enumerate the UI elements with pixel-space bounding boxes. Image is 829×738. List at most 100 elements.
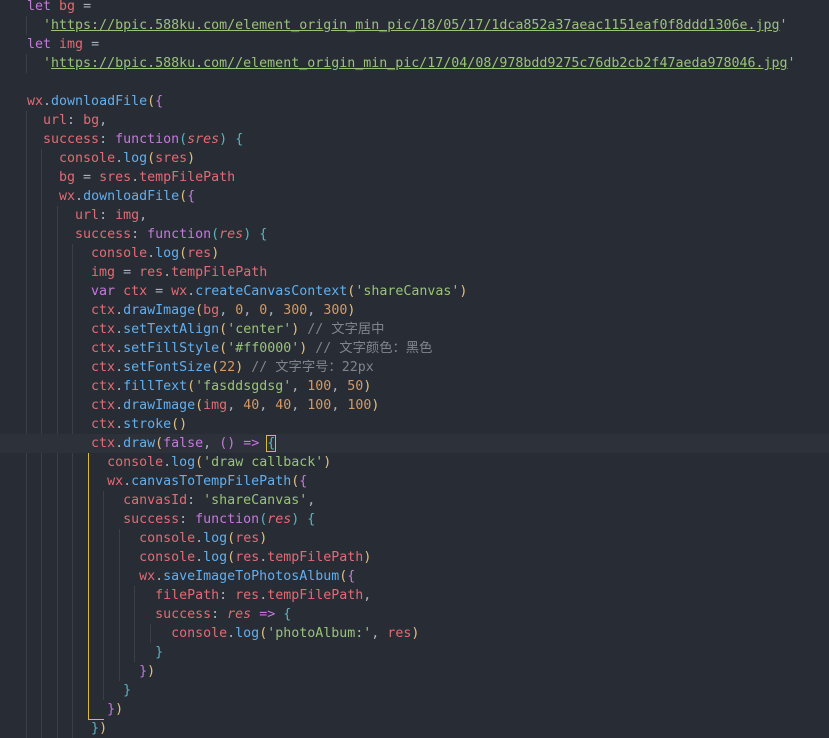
code-token: tempFilePath — [171, 265, 268, 280]
code-token: . — [115, 398, 124, 413]
code-token: ) — [259, 531, 268, 546]
code-token: , — [267, 303, 284, 318]
code-line[interactable]: console.log(res.tempFilePath) — [0, 548, 829, 567]
code-line[interactable]: ctx.drawImage(img, 40, 40, 100, 100) — [0, 396, 829, 415]
code-line[interactable]: console.log('photoAlbum:', res) — [0, 624, 829, 643]
code-token: { — [299, 474, 308, 489]
code-token: } — [107, 702, 116, 717]
code-token: https://bpic.588ku.com/element_origin_mi… — [51, 18, 780, 33]
code-line[interactable]: wx.downloadFile({ — [0, 187, 829, 206]
code-token: 'shareCanvas' — [355, 284, 460, 299]
code-token: filePath — [155, 588, 220, 603]
code-line[interactable]: }) — [0, 719, 829, 738]
code-line[interactable]: ctx.setFontSize(22) // 文字字号：22px — [0, 358, 829, 377]
code-token: ctx — [91, 417, 116, 432]
code-line[interactable]: ctx.fillText('fasddsgdsg', 100, 50) — [0, 377, 829, 396]
code-line[interactable]: url: bg, — [0, 111, 829, 130]
code-token: tempFilePath — [267, 588, 364, 603]
code-token: . — [115, 417, 124, 432]
code-token: : — [99, 208, 116, 223]
code-token: success — [123, 512, 180, 527]
code-line[interactable]: 'https://bpic.588ku.com//element_origin_… — [0, 54, 829, 73]
code-token: res — [267, 512, 292, 527]
code-token: . — [75, 189, 84, 204]
code-token: 'draw callback' — [203, 455, 324, 470]
code-token: ( — [227, 531, 236, 546]
code-line[interactable]: ctx.setTextAlign('center') // 文字居中 — [0, 320, 829, 339]
code-token: . — [187, 284, 196, 299]
code-token: 'center' — [227, 322, 292, 337]
code-token: , — [203, 436, 220, 451]
code-token: ( — [195, 303, 204, 318]
code-token: , — [139, 208, 148, 223]
code-line[interactable]: let bg = — [0, 0, 829, 16]
code-token: var — [91, 284, 116, 299]
code-token: log — [171, 455, 196, 470]
code-line[interactable]: console.log(res) — [0, 244, 829, 263]
code-line[interactable]: success: function(res) { — [0, 510, 829, 529]
code-line[interactable]: filePath: res.tempFilePath, — [0, 586, 829, 605]
code-token: console — [91, 246, 148, 261]
code-line[interactable]: } — [0, 643, 829, 662]
code-token: '#ff0000' — [227, 341, 300, 356]
code-line[interactable]: canvasId: 'shareCanvas', — [0, 491, 829, 510]
code-token: () — [219, 436, 236, 451]
code-line[interactable]: console.log(sres) — [0, 149, 829, 168]
code-line[interactable]: wx.canvasToTempFilePath({ — [0, 472, 829, 491]
code-token: wx — [139, 569, 156, 584]
code-line[interactable]: ctx.stroke() — [0, 415, 829, 434]
code-token: drawImage — [123, 398, 196, 413]
code-line[interactable]: img = res.tempFilePath — [0, 263, 829, 282]
code-line[interactable]: 'https://bpic.588ku.com/element_origin_m… — [0, 16, 829, 35]
code-token: ' — [779, 18, 788, 33]
code-line[interactable]: url: img, — [0, 206, 829, 225]
code-token: , — [291, 379, 308, 394]
code-token: res — [235, 531, 260, 546]
code-token: . — [115, 360, 124, 375]
code-line[interactable]: bg = sres.tempFilePath — [0, 168, 829, 187]
code-token: function — [115, 132, 180, 147]
code-line[interactable]: } — [0, 681, 829, 700]
code-token: setFillStyle — [123, 341, 220, 356]
code-token: . — [115, 151, 124, 166]
code-line[interactable]: var ctx = wx.createCanvasContext('shareC… — [0, 282, 829, 301]
code-line[interactable]: let img = — [0, 35, 829, 54]
code-token: => — [259, 607, 276, 622]
code-editor[interactable]: let bg = 'https://bpic.588ku.com/element… — [0, 0, 829, 738]
code-line[interactable]: }) — [0, 700, 829, 719]
code-line[interactable]: success: function(res) { — [0, 225, 829, 244]
code-token: ctx — [91, 341, 116, 356]
code-line[interactable]: }) — [0, 662, 829, 681]
code-token: log — [235, 626, 260, 641]
code-token: . — [115, 322, 124, 337]
code-token: log — [123, 151, 148, 166]
code-line[interactable]: ctx.draw(false, () => { — [0, 434, 829, 453]
code-line[interactable]: console.log('draw callback') — [0, 453, 829, 472]
code-line[interactable]: wx.saveImageToPhotosAlbum({ — [0, 567, 829, 586]
code-token: . — [195, 550, 204, 565]
code-token: . — [227, 626, 236, 641]
code-token: 22 — [219, 360, 236, 375]
code-line[interactable]: console.log(res) — [0, 529, 829, 548]
code-token: 100 — [307, 379, 332, 394]
code-token: downloadFile — [51, 94, 148, 109]
code-line[interactable] — [0, 73, 829, 92]
code-line[interactable]: success: res => { — [0, 605, 829, 624]
code-line[interactable]: ctx.setFillStyle('#ff0000') // 文字颜色：黑色 — [0, 339, 829, 358]
code-line[interactable]: success: function(sres) { — [0, 130, 829, 149]
code-line[interactable]: wx.downloadFile({ — [0, 92, 829, 111]
code-token: . — [115, 379, 124, 394]
code-line[interactable]: ctx.drawImage(bg, 0, 0, 300, 300) — [0, 301, 829, 320]
